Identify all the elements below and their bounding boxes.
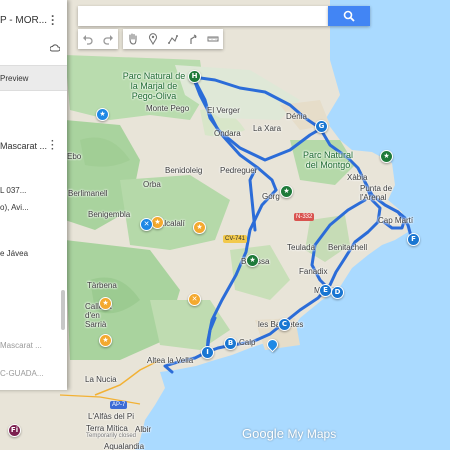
map-options-icon[interactable]: · · · <box>51 10 57 30</box>
label-aqualandia: Aqualandia <box>104 442 145 450</box>
history-tools <box>78 29 118 49</box>
marker-star-pedreguer[interactable]: ★ <box>193 221 206 234</box>
marker-d[interactable]: D <box>331 286 344 299</box>
label-ebo: Ebo <box>67 152 82 161</box>
marker-star-gorg[interactable]: ★ <box>280 185 293 198</box>
label-benigembla: Benigembla <box>88 210 131 219</box>
marker-cross-alcalali[interactable]: ✕ <box>140 218 153 231</box>
marker-h[interactable]: H <box>188 70 201 83</box>
draw-line-icon <box>168 35 178 44</box>
label-parc-montgo: Parc Natural del Montgó <box>302 150 354 170</box>
label-xabia: Xàbia <box>347 173 368 182</box>
map-canvas[interactable] <box>0 0 450 450</box>
marker-g[interactable]: G <box>315 120 328 133</box>
marker-f[interactable]: F <box>407 233 420 246</box>
layer-title[interactable]: Mascarat ... <box>0 141 47 151</box>
google-my-maps-logo: Google My Maps <box>242 426 336 441</box>
label-ondara: Ondara <box>214 129 241 138</box>
list-item[interactable]: o), Avi... <box>0 203 29 212</box>
label-monte-pego: Monte Pego <box>146 104 190 113</box>
my-maps-wordmark: My Maps <box>287 427 337 441</box>
label-berlimanell: Berlimanell <box>68 189 108 198</box>
ruler-icon <box>207 36 219 42</box>
label-la-xara: La Xara <box>253 124 282 133</box>
road-cv741: CV-741 <box>223 235 248 243</box>
list-item[interactable]: Mascarat ... <box>0 341 42 350</box>
label-teulada: Teulada <box>287 243 316 252</box>
search-button[interactable] <box>328 6 370 26</box>
label-pedreguer: Pedreguer <box>220 166 258 175</box>
undo-icon <box>83 35 93 45</box>
marker-i[interactable]: I <box>201 346 214 359</box>
marker-star-ebo[interactable]: ★ <box>96 108 109 121</box>
label-benitachell: Benitachell <box>328 243 368 252</box>
measure-button[interactable] <box>203 29 223 49</box>
marker-star-montgo[interactable]: ★ <box>380 150 393 163</box>
marker-fi[interactable]: Fi <box>8 424 21 437</box>
road-ap7: AP-7 <box>110 401 128 409</box>
label-la-nucia: La Nucia <box>85 375 117 384</box>
label-orba: Orba <box>143 180 161 189</box>
layer-options-icon[interactable]: · · · <box>51 137 54 155</box>
label-gorg: Gorg <box>262 192 280 201</box>
label-alfas: L'Alfàs del Pi <box>88 412 134 421</box>
label-parc-marjal: Parc Natural de la Marjal de Pego-Oliva <box>122 71 186 101</box>
marker-star-tarbena[interactable]: ★ <box>99 297 112 310</box>
label-el-verger: El Verger <box>207 106 240 115</box>
marker-b[interactable]: B <box>224 337 237 350</box>
list-item[interactable]: e Jávea <box>0 249 28 258</box>
list-item[interactable]: C-GUADA... <box>0 369 44 378</box>
redo-button[interactable] <box>98 29 118 49</box>
layers-panel: P - MOR... · · · Preview Mascarat ... · · · … <box>0 0 67 390</box>
label-punta: Punta de l'Arenal <box>360 184 393 202</box>
hand-icon <box>129 33 137 45</box>
label-cap-marti: Cap Martí <box>378 216 414 225</box>
label-benidoleig: Benidoleig <box>165 166 203 175</box>
marker-star-callosa[interactable]: ★ <box>99 334 112 347</box>
label-fanadix: Fanadix <box>299 267 328 276</box>
label-albir: Albir <box>135 425 152 434</box>
directions-button[interactable] <box>183 29 203 49</box>
label-calpe: Calp <box>239 338 256 347</box>
marker-star-benissa[interactable]: ★ <box>246 254 259 267</box>
label-denia: Dénia <box>286 112 307 121</box>
label-altea-la-vella: Altea la Vella <box>147 356 194 365</box>
hand-tool-button[interactable] <box>123 29 143 49</box>
directions-icon <box>190 34 197 44</box>
redo-icon <box>103 35 113 45</box>
marker-c[interactable]: C <box>278 318 291 331</box>
label-tarbena: Tàrbena <box>87 281 117 290</box>
map-title[interactable]: P - MOR... <box>0 15 47 26</box>
preview-button[interactable]: Preview <box>0 65 67 91</box>
road-n332: N-332 <box>294 213 315 221</box>
marker-e[interactable]: E <box>319 284 332 297</box>
pin-icon <box>148 33 158 45</box>
label-terra-mitica-status: Temporarily closed <box>86 433 137 439</box>
add-marker-button[interactable] <box>143 29 163 49</box>
google-wordmark: Google <box>242 426 284 441</box>
panel-scrollbar[interactable] <box>61 290 65 330</box>
undo-button[interactable] <box>78 29 98 49</box>
marker-star-alcalali[interactable]: ★ <box>151 216 164 229</box>
share-icon[interactable] <box>50 44 60 52</box>
map-tools <box>123 29 223 49</box>
draw-line-button[interactable] <box>163 29 183 49</box>
map-toolbar <box>78 29 228 49</box>
search-input[interactable] <box>78 6 328 26</box>
list-item[interactable]: L 037... <box>0 186 26 195</box>
search-icon <box>343 10 355 22</box>
marker-cross-callosa[interactable]: ✕ <box>188 293 201 306</box>
preview-label: Preview <box>0 74 29 83</box>
